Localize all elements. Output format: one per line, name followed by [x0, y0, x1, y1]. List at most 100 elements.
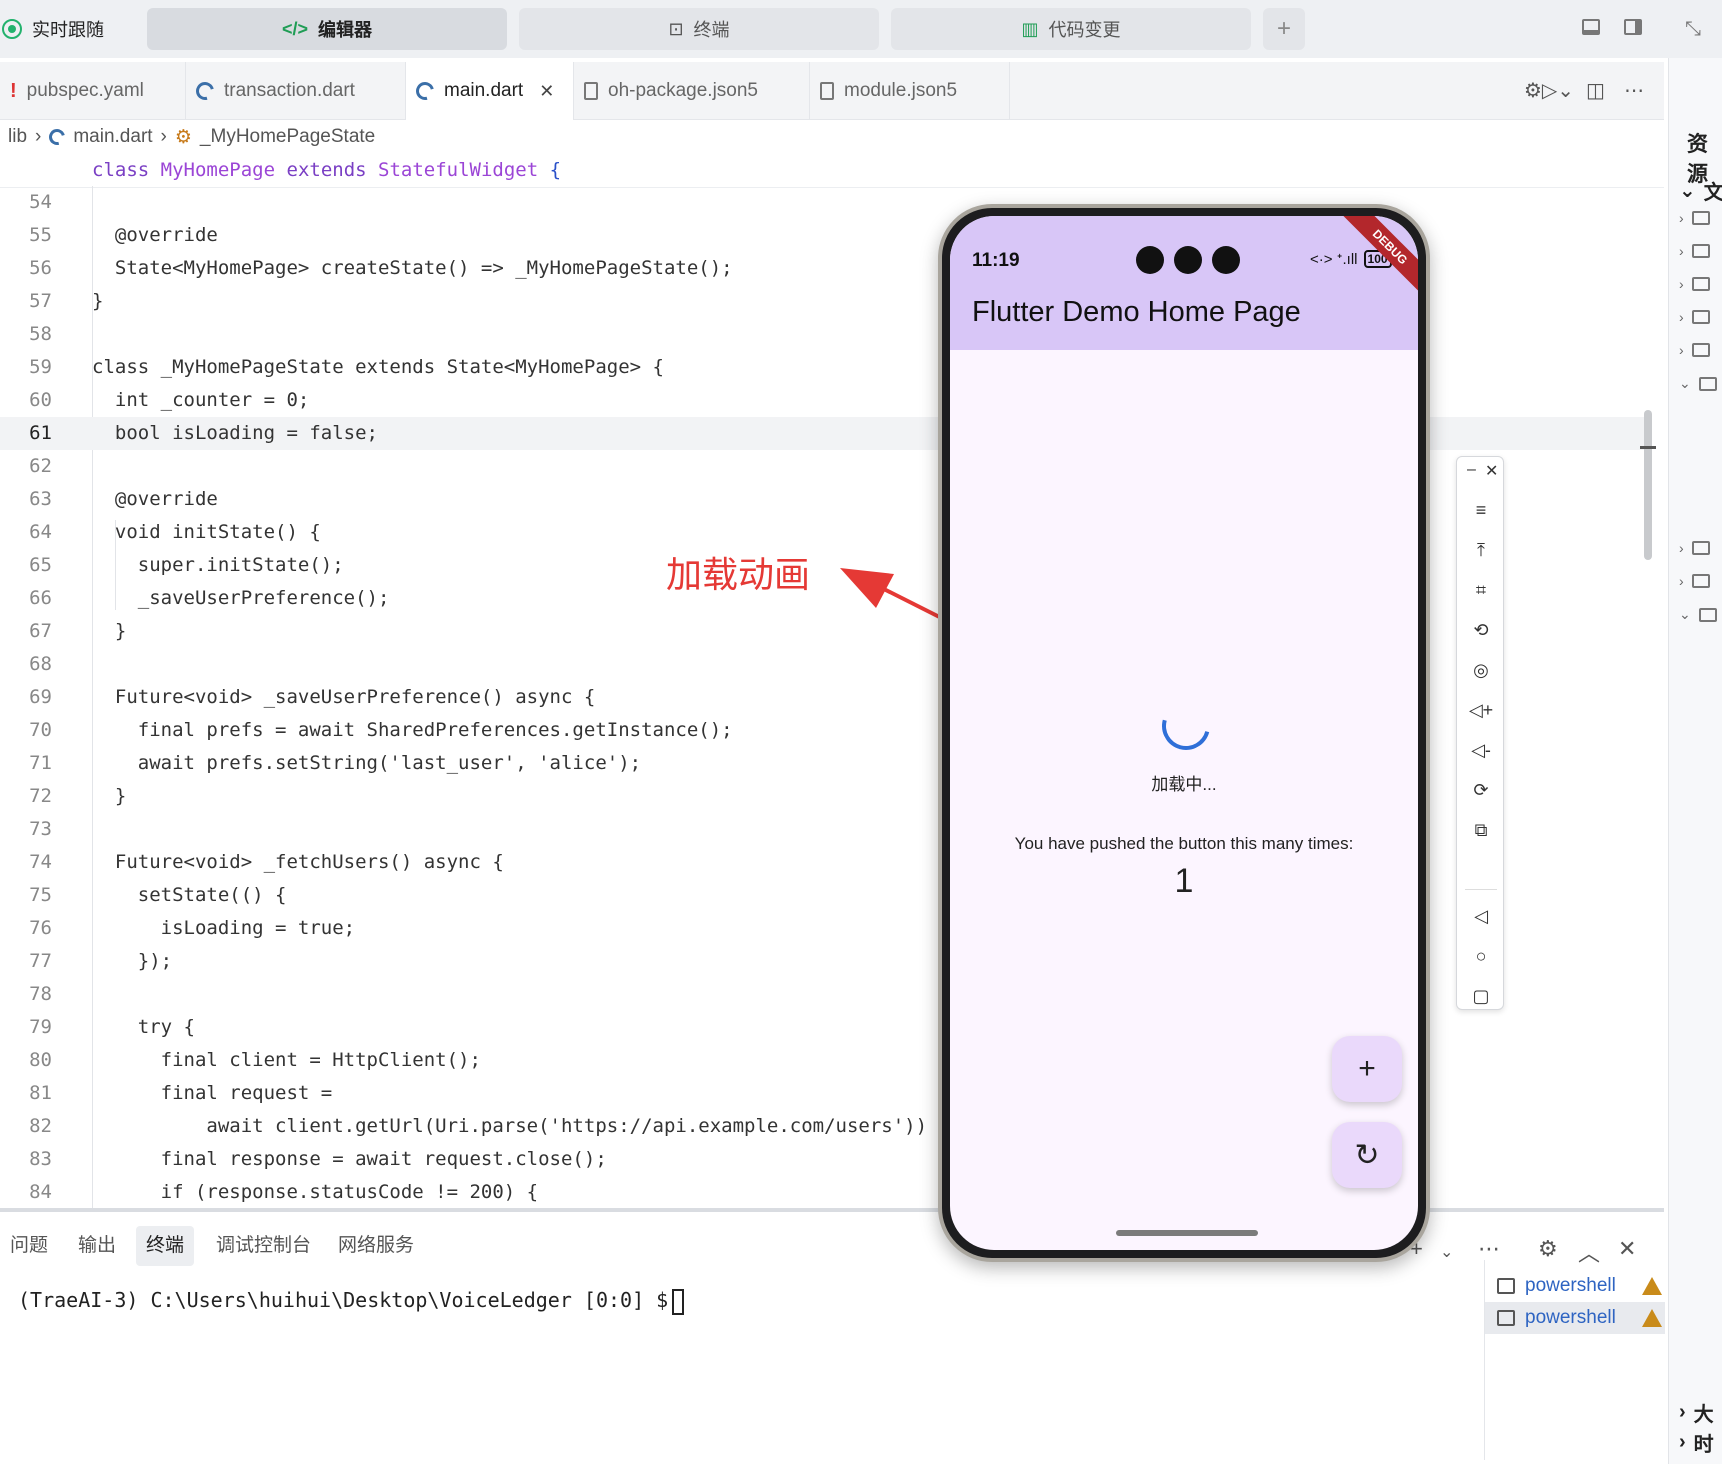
signal-icon: <·> ᐩ.ıll [1310, 251, 1358, 268]
menu-icon[interactable]: ≡ [1457, 497, 1505, 523]
recents-icon[interactable]: ▢ [1457, 983, 1505, 1009]
code-text: State<MyHomePage> createState() => _MyHo… [92, 257, 733, 279]
line-number: 75 [29, 884, 52, 906]
mode-editor-button[interactable]: </> 编辑器 [147, 8, 507, 50]
code-text: } [92, 785, 127, 807]
panel-tab-problems[interactable]: 问题 [0, 1226, 58, 1266]
live-follow-toggle[interactable]: 实时跟随 [0, 8, 128, 50]
rotate-icon[interactable]: ⟲ [1457, 617, 1505, 643]
tab-main[interactable]: main.dart ✕ [406, 62, 574, 120]
code-text: final prefs = await SharedPreferences.ge… [92, 719, 733, 741]
line-number: 68 [29, 653, 52, 675]
refresh-button[interactable]: ↻ [1332, 1122, 1402, 1188]
tab-oh-package[interactable]: oh-package.json5 [574, 62, 810, 120]
volume-up-icon[interactable]: ◁+ [1457, 697, 1505, 723]
camera-icon [1212, 246, 1240, 274]
power-icon[interactable]: ⟳ [1457, 777, 1505, 803]
terminal-list: powershell powershell [1484, 1260, 1665, 1460]
minimize-icon[interactable]: – [1467, 461, 1476, 479]
split-editor-icon[interactable]: ◫ [1586, 78, 1605, 103]
home-icon[interactable]: ○ [1457, 943, 1505, 969]
panel-bottom-icon[interactable] [1578, 16, 1604, 42]
line-number: 56 [29, 257, 52, 279]
close-icon[interactable]: ✕ [539, 81, 554, 102]
breadcrumb-item[interactable]: main.dart [73, 126, 152, 148]
sidebar-folder[interactable]: › [1679, 243, 1710, 259]
code-text: class _MyHomePageState extends State<MyH… [92, 356, 664, 378]
sidebar-folder[interactable]: › [1679, 309, 1710, 325]
tab-label: oh-package.json5 [608, 80, 758, 101]
screenshot-icon[interactable]: ◎ [1457, 657, 1505, 683]
sidebar-section[interactable]: ⌄ 文 [1679, 176, 1722, 205]
more-icon[interactable]: ⋯ [1478, 1236, 1500, 1262]
folder-open-icon [1698, 376, 1717, 391]
panel-tab-debug-console[interactable]: 调试控制台 [206, 1226, 321, 1266]
app-title: Flutter Demo Home Page [972, 296, 1301, 328]
code-icon: </> [281, 18, 309, 39]
breadcrumb-item[interactable]: lib [8, 126, 27, 148]
terminal-item[interactable]: powershell [1485, 1302, 1665, 1334]
terminal-prompt: (TraeAI-3) C:\Users\huihui\Desktop\Voice… [18, 1288, 669, 1312]
code-text: } [92, 620, 127, 642]
line-number: 83 [29, 1148, 52, 1170]
home-indicator[interactable] [1116, 1230, 1258, 1236]
terminal-output[interactable]: (TraeAI-3) C:\Users\huihui\Desktop\Voice… [18, 1288, 685, 1315]
sidebar-folder[interactable]: › [1679, 540, 1710, 556]
line-number: 64 [29, 521, 52, 543]
volume-down-icon[interactable]: ◁- [1457, 737, 1505, 763]
terminal-item[interactable]: powershell [1485, 1270, 1665, 1302]
live-follow-label: 实时跟随 [32, 20, 104, 40]
panel-tab-network[interactable]: 网络服务 [328, 1226, 424, 1266]
editor-scrollbar[interactable] [1644, 410, 1652, 560]
sidebar-folder-open[interactable]: ⌄ [1679, 606, 1717, 623]
increment-button[interactable]: + [1332, 1036, 1402, 1102]
folder-icon [1691, 211, 1710, 225]
class-icon: ⚙ [174, 126, 192, 148]
code-text: void initState() { [92, 521, 321, 543]
panel-tab-output[interactable]: 输出 [68, 1226, 126, 1266]
panel-tab-terminal[interactable]: 终端 [136, 1226, 195, 1266]
mode-diff-button[interactable]: ▥ 代码变更 [891, 8, 1251, 50]
folder-icon [1691, 574, 1710, 588]
line-number: 60 [29, 389, 52, 411]
chevron-down-icon[interactable]: ⌄ [1440, 1242, 1453, 1262]
pin-top-icon[interactable]: ⤒ [1457, 537, 1505, 563]
line-number: 80 [29, 1049, 52, 1071]
sidebar-folder-open[interactable]: ⌄ [1679, 375, 1717, 392]
code-text: int _counter = 0; [92, 389, 310, 411]
sidebar-folder[interactable]: › [1679, 573, 1710, 589]
line-number: 57 [29, 290, 52, 312]
add-mode-button[interactable]: + [1263, 8, 1305, 50]
dart-icon [46, 126, 69, 148]
collapse-icon[interactable]: ⤡ [1680, 16, 1706, 42]
tab-transaction[interactable]: transaction.dart [186, 62, 406, 120]
panel-right-icon[interactable] [1620, 16, 1646, 42]
settings-sliders-icon[interactable]: ⚙ [1538, 1236, 1558, 1262]
line-number: 81 [29, 1082, 52, 1104]
more-actions-icon[interactable]: ⋯ [1624, 78, 1644, 103]
diff-icon: ▥ [1021, 18, 1039, 39]
counter-value: 1 [1174, 862, 1194, 900]
tab-module[interactable]: module.json5 [810, 62, 1010, 120]
mode-terminal-button[interactable]: ⊡ 终端 [519, 8, 879, 50]
tab-label: module.json5 [844, 80, 958, 101]
phone-screen[interactable]: 11:19 <·> ᐩ.ıll 100 DEBUG Flutter Demo H… [950, 216, 1418, 1250]
sidebar-folder[interactable]: › [1679, 276, 1710, 292]
multi-screen-icon[interactable]: ⧉ [1457, 817, 1505, 843]
mode-editor-label: 编辑器 [318, 20, 373, 40]
crop-icon[interactable]: ⌗ [1457, 577, 1505, 603]
sidebar-section[interactable]: › 大 [1679, 1398, 1714, 1427]
tab-pubspec[interactable]: ! pubspec.yaml [0, 62, 186, 120]
breadcrumb-item[interactable]: _MyHomePageState [200, 126, 375, 148]
line-number: 62 [29, 455, 52, 477]
mode-terminal-label: 终端 [693, 20, 730, 40]
back-icon[interactable]: ◁ [1457, 903, 1505, 929]
close-icon[interactable]: ✕ [1485, 461, 1498, 481]
line-number: 73 [29, 818, 52, 840]
sidebar-folder[interactable]: › [1679, 210, 1710, 226]
close-panel-icon[interactable]: ✕ [1618, 1236, 1636, 1262]
sidebar-section[interactable]: › 时 [1679, 1428, 1714, 1457]
run-debug-icon[interactable]: ⚙▷⌄ [1524, 78, 1574, 103]
tab-label: pubspec.yaml [26, 80, 144, 101]
sidebar-folder[interactable]: › [1679, 342, 1710, 358]
